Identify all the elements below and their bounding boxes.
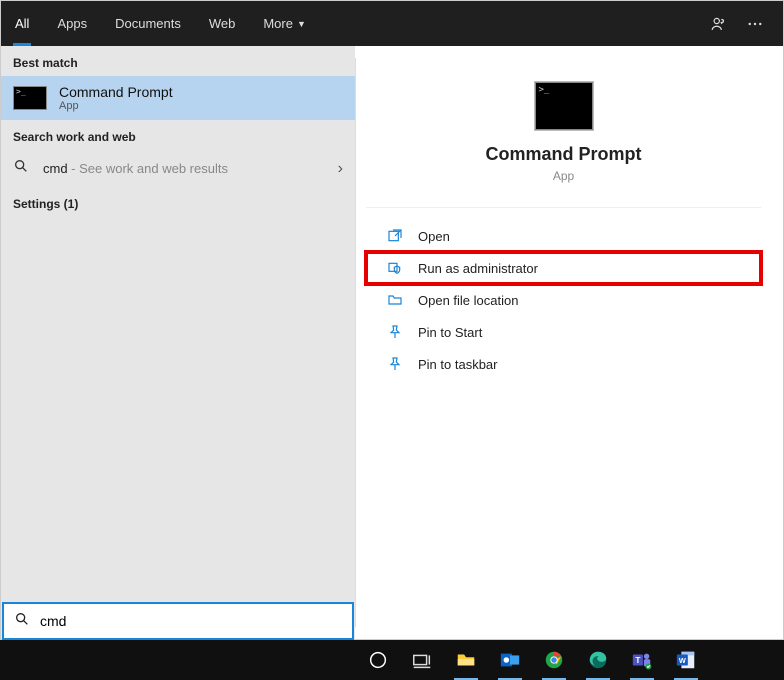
action-label: Pin to Start <box>418 325 482 340</box>
best-match-heading: Best match <box>1 46 355 76</box>
taskbar-outlook[interactable] <box>488 640 532 680</box>
action-label: Pin to taskbar <box>418 357 498 372</box>
preview-title: Command Prompt <box>485 144 641 165</box>
result-title: Command Prompt <box>59 84 173 100</box>
action-label: Open file location <box>418 293 518 308</box>
open-icon <box>384 228 406 244</box>
folder-icon <box>384 292 406 308</box>
tab-more-label: More <box>263 16 293 31</box>
taskbar-word[interactable]: W <box>664 640 708 680</box>
action-open[interactable]: Open <box>366 220 761 252</box>
settings-heading[interactable]: Settings (1) <box>1 187 355 221</box>
result-subtitle: App <box>59 100 173 112</box>
tab-web[interactable]: Web <box>195 1 250 46</box>
taskbar-task-view[interactable] <box>400 640 444 680</box>
preview-subtitle: App <box>553 169 574 183</box>
results-column: Best match Command Prompt App Search wor… <box>1 46 355 639</box>
action-open-file-location[interactable]: Open file location <box>366 284 761 316</box>
tab-documents[interactable]: Documents <box>101 1 195 46</box>
chevron-down-icon: ▼ <box>297 19 306 29</box>
tab-more[interactable]: More ▼ <box>249 1 320 46</box>
svg-text:W: W <box>679 656 686 665</box>
options-icon[interactable] <box>737 1 773 46</box>
search-panel: All Apps Documents Web More ▼ Best match… <box>0 0 784 640</box>
search-icon <box>13 158 31 179</box>
taskbar-file-explorer[interactable] <box>444 640 488 680</box>
preview-column: Command Prompt App Open Run as administr… <box>355 58 771 627</box>
search-tabs: All Apps Documents Web More ▼ <box>1 1 783 46</box>
pin-icon <box>384 356 406 372</box>
search-web-row[interactable]: cmd - See work and web results › <box>1 150 355 187</box>
action-list: Open Run as administrator Open file loca… <box>366 208 761 392</box>
tab-apps[interactable]: Apps <box>43 1 101 46</box>
action-pin-to-start[interactable]: Pin to Start <box>366 316 761 348</box>
search-icon <box>14 611 30 632</box>
action-label: Run as administrator <box>418 261 538 276</box>
taskbar-chrome[interactable] <box>532 640 576 680</box>
tab-all[interactable]: All <box>1 1 43 46</box>
command-prompt-icon <box>13 86 47 110</box>
taskbar-edge[interactable] <box>576 640 620 680</box>
taskbar-teams[interactable]: T <box>620 640 664 680</box>
action-label: Open <box>418 229 450 244</box>
feedback-icon[interactable] <box>701 1 737 46</box>
action-pin-to-taskbar[interactable]: Pin to taskbar <box>366 348 761 380</box>
taskbar-cortana[interactable] <box>356 640 400 680</box>
search-web-text: cmd - See work and web results <box>43 161 338 176</box>
search-box[interactable] <box>2 602 354 640</box>
shield-icon <box>384 260 406 276</box>
search-input[interactable] <box>40 613 342 629</box>
result-command-prompt[interactable]: Command Prompt App <box>1 76 355 120</box>
chevron-right-icon: › <box>338 160 343 178</box>
pin-icon <box>384 324 406 340</box>
command-prompt-icon <box>535 82 593 130</box>
search-web-heading: Search work and web <box>1 120 355 150</box>
svg-text:T: T <box>635 656 640 665</box>
action-run-as-administrator[interactable]: Run as administrator <box>366 252 761 284</box>
taskbar: T W <box>0 640 784 680</box>
